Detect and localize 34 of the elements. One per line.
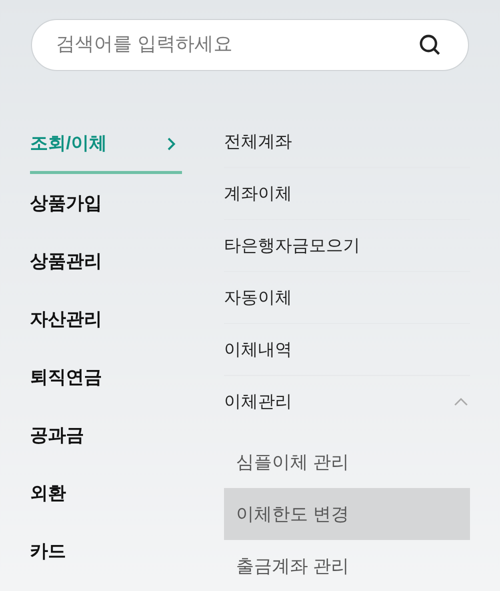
menu-item[interactable]: 타은행자금모으기 xyxy=(224,220,470,272)
menu-label: 이체관리 xyxy=(224,391,292,414)
category-label: 자산관리 xyxy=(30,308,102,330)
search-field[interactable]: 검색어를 입력하세요 xyxy=(31,19,469,71)
category-tab[interactable]: 공과금 xyxy=(30,406,182,464)
menu-item[interactable]: 계좌이체 xyxy=(224,168,470,220)
category-label: 카드 xyxy=(30,540,66,562)
category-tab[interactable]: 외환 xyxy=(30,464,182,522)
category-label: 상품관리 xyxy=(30,250,102,272)
chevron-up-icon xyxy=(454,398,468,406)
menu-label: 자동이체 xyxy=(224,286,292,309)
menu-item[interactable]: 전체계좌 xyxy=(224,116,470,168)
category-label: 공과금 xyxy=(30,424,84,446)
submenu-item[interactable]: 심플이체 관리 xyxy=(224,436,470,488)
category-tab[interactable]: 퇴직연금 xyxy=(30,348,182,406)
submenu-item[interactable]: 출금계좌 관리 xyxy=(224,540,470,591)
category-tab[interactable]: 자산관리 xyxy=(30,290,182,348)
submenu-item[interactable]: 이체한도 변경 xyxy=(224,488,470,540)
category-label: 상품가입 xyxy=(30,192,102,214)
menu-label: 타은행자금모으기 xyxy=(224,234,360,257)
category-label: 외환 xyxy=(30,482,66,504)
category-tab[interactable]: 카드 xyxy=(30,522,182,580)
menu-label: 전체계좌 xyxy=(224,130,292,153)
search-icon[interactable] xyxy=(419,34,441,56)
chevron-right-icon xyxy=(167,136,176,150)
menu-item[interactable]: 이체내역 xyxy=(224,324,470,376)
menu-label: 계좌이체 xyxy=(224,182,292,205)
category-tab[interactable]: 상품관리 xyxy=(30,232,182,290)
menu-label: 이체내역 xyxy=(224,338,292,361)
category-label: 조회/이체 xyxy=(30,132,108,155)
category-label: 퇴직연금 xyxy=(30,366,102,388)
menu-item[interactable]: 자동이체 xyxy=(224,272,470,324)
category-tab[interactable]: 상품가입 xyxy=(30,174,182,232)
menu-item[interactable]: 이체관리 xyxy=(224,376,470,428)
